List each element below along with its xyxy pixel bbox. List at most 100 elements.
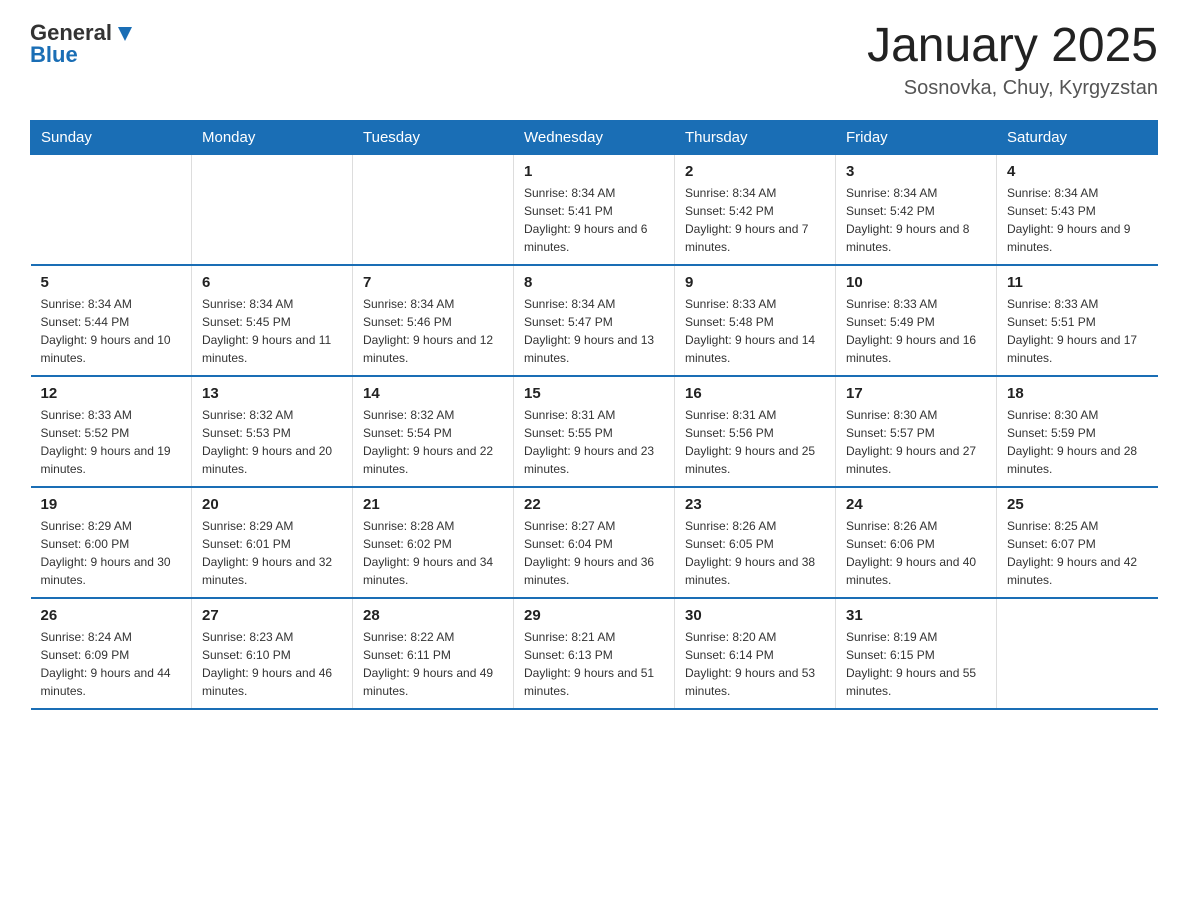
day-info: Sunrise: 8:22 AM Sunset: 6:11 PM Dayligh…	[363, 628, 503, 700]
title-section: January 2025 Sosnovka, Chuy, Kyrgyzstan	[867, 20, 1158, 100]
day-number: 26	[41, 607, 182, 624]
day-info: Sunrise: 8:34 AM Sunset: 5:42 PM Dayligh…	[846, 184, 986, 256]
day-number: 12	[41, 385, 182, 402]
day-info: Sunrise: 8:27 AM Sunset: 6:04 PM Dayligh…	[524, 517, 664, 589]
calendar-cell: 2 Sunrise: 8:34 AM Sunset: 5:42 PM Daylig…	[675, 154, 836, 265]
header-thursday: Thursday	[675, 120, 836, 154]
day-number: 18	[1007, 385, 1148, 402]
day-info: Sunrise: 8:34 AM Sunset: 5:42 PM Dayligh…	[685, 184, 825, 256]
day-number: 20	[202, 496, 342, 513]
day-number: 9	[685, 274, 825, 291]
month-title: January 2025	[867, 20, 1158, 73]
day-info: Sunrise: 8:25 AM Sunset: 6:07 PM Dayligh…	[1007, 517, 1148, 589]
day-number: 14	[363, 385, 503, 402]
day-info: Sunrise: 8:32 AM Sunset: 5:53 PM Dayligh…	[202, 406, 342, 478]
day-info: Sunrise: 8:29 AM Sunset: 6:01 PM Dayligh…	[202, 517, 342, 589]
day-info: Sunrise: 8:26 AM Sunset: 6:06 PM Dayligh…	[846, 517, 986, 589]
day-number: 28	[363, 607, 503, 624]
day-info: Sunrise: 8:28 AM Sunset: 6:02 PM Dayligh…	[363, 517, 503, 589]
day-info: Sunrise: 8:19 AM Sunset: 6:15 PM Dayligh…	[846, 628, 986, 700]
header-tuesday: Tuesday	[353, 120, 514, 154]
day-info: Sunrise: 8:33 AM Sunset: 5:51 PM Dayligh…	[1007, 295, 1148, 367]
logo-triangle-icon	[114, 23, 136, 45]
day-number: 21	[363, 496, 503, 513]
day-info: Sunrise: 8:33 AM Sunset: 5:48 PM Dayligh…	[685, 295, 825, 367]
day-info: Sunrise: 8:33 AM Sunset: 5:52 PM Dayligh…	[41, 406, 182, 478]
day-info: Sunrise: 8:31 AM Sunset: 5:55 PM Dayligh…	[524, 406, 664, 478]
logo: General Blue	[30, 20, 136, 68]
calendar-cell: 16 Sunrise: 8:31 AM Sunset: 5:56 PM Dayli…	[675, 376, 836, 487]
calendar-cell: 12 Sunrise: 8:33 AM Sunset: 5:52 PM Dayli…	[31, 376, 192, 487]
logo-blue: Blue	[30, 42, 78, 68]
day-number: 16	[685, 385, 825, 402]
calendar-cell: 10 Sunrise: 8:33 AM Sunset: 5:49 PM Dayli…	[836, 265, 997, 376]
calendar-cell: 7Sunrise: 8:34 AM Sunset: 5:46 PM Daylig…	[353, 265, 514, 376]
calendar-cell: 26 Sunrise: 8:24 AM Sunset: 6:09 PM Dayli…	[31, 598, 192, 709]
header-saturday: Saturday	[997, 120, 1158, 154]
day-info: Sunrise: 8:33 AM Sunset: 5:49 PM Dayligh…	[846, 295, 986, 367]
day-info: Sunrise: 8:34 AM Sunset: 5:47 PM Dayligh…	[524, 295, 664, 367]
page-header: General Blue January 2025 Sosnovka, Chuy…	[30, 20, 1158, 100]
week-row-1: 5Sunrise: 8:34 AM Sunset: 5:44 PM Daylig…	[31, 265, 1158, 376]
header-monday: Monday	[192, 120, 353, 154]
calendar-table: SundayMondayTuesdayWednesdayThursdayFrid…	[30, 120, 1158, 710]
calendar-cell: 27 Sunrise: 8:23 AM Sunset: 6:10 PM Dayli…	[192, 598, 353, 709]
day-number: 24	[846, 496, 986, 513]
calendar-cell: 19 Sunrise: 8:29 AM Sunset: 6:00 PM Dayli…	[31, 487, 192, 598]
calendar-cell: 25 Sunrise: 8:25 AM Sunset: 6:07 PM Dayli…	[997, 487, 1158, 598]
day-number: 2	[685, 163, 825, 180]
day-info: Sunrise: 8:24 AM Sunset: 6:09 PM Dayligh…	[41, 628, 182, 700]
day-number: 19	[41, 496, 182, 513]
calendar-cell	[997, 598, 1158, 709]
calendar-cell: 24 Sunrise: 8:26 AM Sunset: 6:06 PM Dayli…	[836, 487, 997, 598]
calendar-cell: 6 Sunrise: 8:34 AM Sunset: 5:45 PM Daylig…	[192, 265, 353, 376]
week-row-2: 12 Sunrise: 8:33 AM Sunset: 5:52 PM Dayli…	[31, 376, 1158, 487]
day-number: 13	[202, 385, 342, 402]
calendar-cell: 20 Sunrise: 8:29 AM Sunset: 6:01 PM Dayli…	[192, 487, 353, 598]
day-number: 7	[363, 274, 503, 291]
day-number: 27	[202, 607, 342, 624]
calendar-header-row: SundayMondayTuesdayWednesdayThursdayFrid…	[31, 120, 1158, 154]
day-info: Sunrise: 8:30 AM Sunset: 5:57 PM Dayligh…	[846, 406, 986, 478]
day-info: Sunrise: 8:20 AM Sunset: 6:14 PM Dayligh…	[685, 628, 825, 700]
calendar-cell: 30Sunrise: 8:20 AM Sunset: 6:14 PM Dayli…	[675, 598, 836, 709]
day-info: Sunrise: 8:34 AM Sunset: 5:44 PM Dayligh…	[41, 295, 182, 367]
day-number: 6	[202, 274, 342, 291]
calendar-cell	[192, 154, 353, 265]
day-info: Sunrise: 8:23 AM Sunset: 6:10 PM Dayligh…	[202, 628, 342, 700]
day-number: 15	[524, 385, 664, 402]
day-number: 10	[846, 274, 986, 291]
day-info: Sunrise: 8:34 AM Sunset: 5:41 PM Dayligh…	[524, 184, 664, 256]
calendar-cell: 31Sunrise: 8:19 AM Sunset: 6:15 PM Dayli…	[836, 598, 997, 709]
calendar-cell: 1Sunrise: 8:34 AM Sunset: 5:41 PM Daylig…	[514, 154, 675, 265]
day-number: 3	[846, 163, 986, 180]
day-info: Sunrise: 8:31 AM Sunset: 5:56 PM Dayligh…	[685, 406, 825, 478]
day-number: 4	[1007, 163, 1148, 180]
calendar-cell: 17 Sunrise: 8:30 AM Sunset: 5:57 PM Dayli…	[836, 376, 997, 487]
calendar-cell: 23Sunrise: 8:26 AM Sunset: 6:05 PM Dayli…	[675, 487, 836, 598]
calendar-cell: 14 Sunrise: 8:32 AM Sunset: 5:54 PM Dayli…	[353, 376, 514, 487]
day-info: Sunrise: 8:29 AM Sunset: 6:00 PM Dayligh…	[41, 517, 182, 589]
calendar-cell: 11 Sunrise: 8:33 AM Sunset: 5:51 PM Dayli…	[997, 265, 1158, 376]
calendar-cell: 5Sunrise: 8:34 AM Sunset: 5:44 PM Daylig…	[31, 265, 192, 376]
day-info: Sunrise: 8:34 AM Sunset: 5:43 PM Dayligh…	[1007, 184, 1148, 256]
day-info: Sunrise: 8:34 AM Sunset: 5:45 PM Dayligh…	[202, 295, 342, 367]
day-number: 11	[1007, 274, 1148, 291]
day-number: 17	[846, 385, 986, 402]
day-number: 29	[524, 607, 664, 624]
calendar-cell: 28 Sunrise: 8:22 AM Sunset: 6:11 PM Dayli…	[353, 598, 514, 709]
calendar-cell: 4 Sunrise: 8:34 AM Sunset: 5:43 PM Daylig…	[997, 154, 1158, 265]
calendar-cell: 18Sunrise: 8:30 AM Sunset: 5:59 PM Dayli…	[997, 376, 1158, 487]
day-info: Sunrise: 8:32 AM Sunset: 5:54 PM Dayligh…	[363, 406, 503, 478]
calendar-cell: 21 Sunrise: 8:28 AM Sunset: 6:02 PM Dayli…	[353, 487, 514, 598]
location-title: Sosnovka, Chuy, Kyrgyzstan	[867, 77, 1158, 100]
header-wednesday: Wednesday	[514, 120, 675, 154]
calendar-cell: 8 Sunrise: 8:34 AM Sunset: 5:47 PM Daylig…	[514, 265, 675, 376]
calendar-cell	[31, 154, 192, 265]
day-info: Sunrise: 8:21 AM Sunset: 6:13 PM Dayligh…	[524, 628, 664, 700]
calendar-cell: 3 Sunrise: 8:34 AM Sunset: 5:42 PM Daylig…	[836, 154, 997, 265]
header-sunday: Sunday	[31, 120, 192, 154]
calendar-cell: 29 Sunrise: 8:21 AM Sunset: 6:13 PM Dayli…	[514, 598, 675, 709]
day-number: 25	[1007, 496, 1148, 513]
day-number: 8	[524, 274, 664, 291]
